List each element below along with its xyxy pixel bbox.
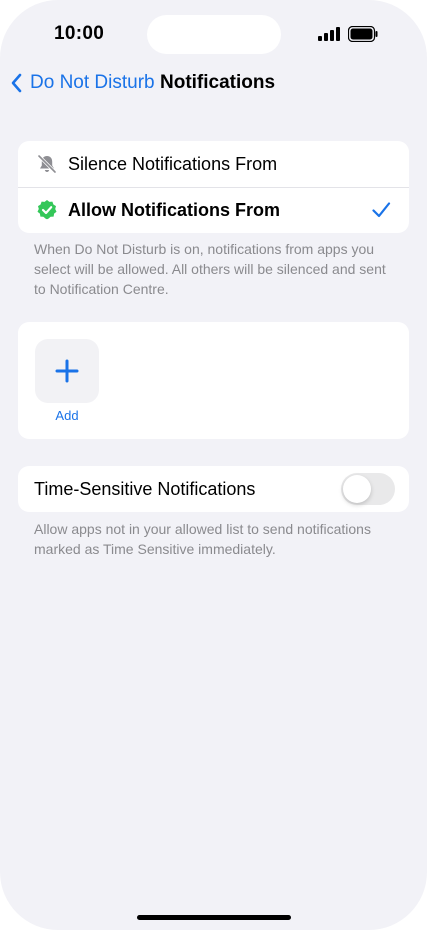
time-sensitive-card: Time-Sensitive Notifications: [18, 466, 409, 512]
notification-mode-list: Silence Notifications From Allow Notific…: [18, 141, 409, 233]
mode-footnote: When Do Not Disturb is on, notifications…: [34, 241, 386, 297]
time-sensitive-footnote: Allow apps not in your allowed list to s…: [34, 521, 371, 557]
option-allow-notifications[interactable]: Allow Notifications From: [18, 187, 409, 233]
allowed-apps-card: Add: [18, 322, 409, 439]
plus-icon: [55, 359, 79, 383]
home-indicator[interactable]: [137, 915, 291, 920]
time-sensitive-label: Time-Sensitive Notifications: [34, 478, 256, 499]
device-screen: 10:00 Do Not Disturb Notifications Silen…: [0, 0, 427, 930]
toggle-knob: [343, 475, 371, 503]
page-title: Notifications: [160, 72, 276, 93]
option-label: Silence Notifications From: [68, 153, 278, 174]
add-app-label[interactable]: Add: [35, 408, 99, 423]
time-sensitive-toggle[interactable]: [341, 473, 395, 505]
cellular-signal-icon: [318, 27, 340, 41]
add-app-button[interactable]: [35, 339, 99, 403]
option-label: Allow Notifications From: [68, 199, 281, 220]
chevron-left-icon: [11, 73, 22, 93]
battery-icon: [348, 26, 378, 42]
back-button[interactable]: Do Not Disturb: [8, 70, 155, 96]
time-sensitive-row: Time-Sensitive Notifications: [18, 466, 409, 512]
bell-slash-icon: [37, 154, 57, 174]
status-time: 10:00: [54, 23, 105, 44]
back-button-label: Do Not Disturb: [30, 72, 155, 93]
checkmark-icon: [372, 202, 391, 218]
dynamic-island: [147, 15, 281, 54]
verified-badge-icon: [37, 200, 57, 220]
option-silence-notifications[interactable]: Silence Notifications From: [18, 141, 409, 187]
